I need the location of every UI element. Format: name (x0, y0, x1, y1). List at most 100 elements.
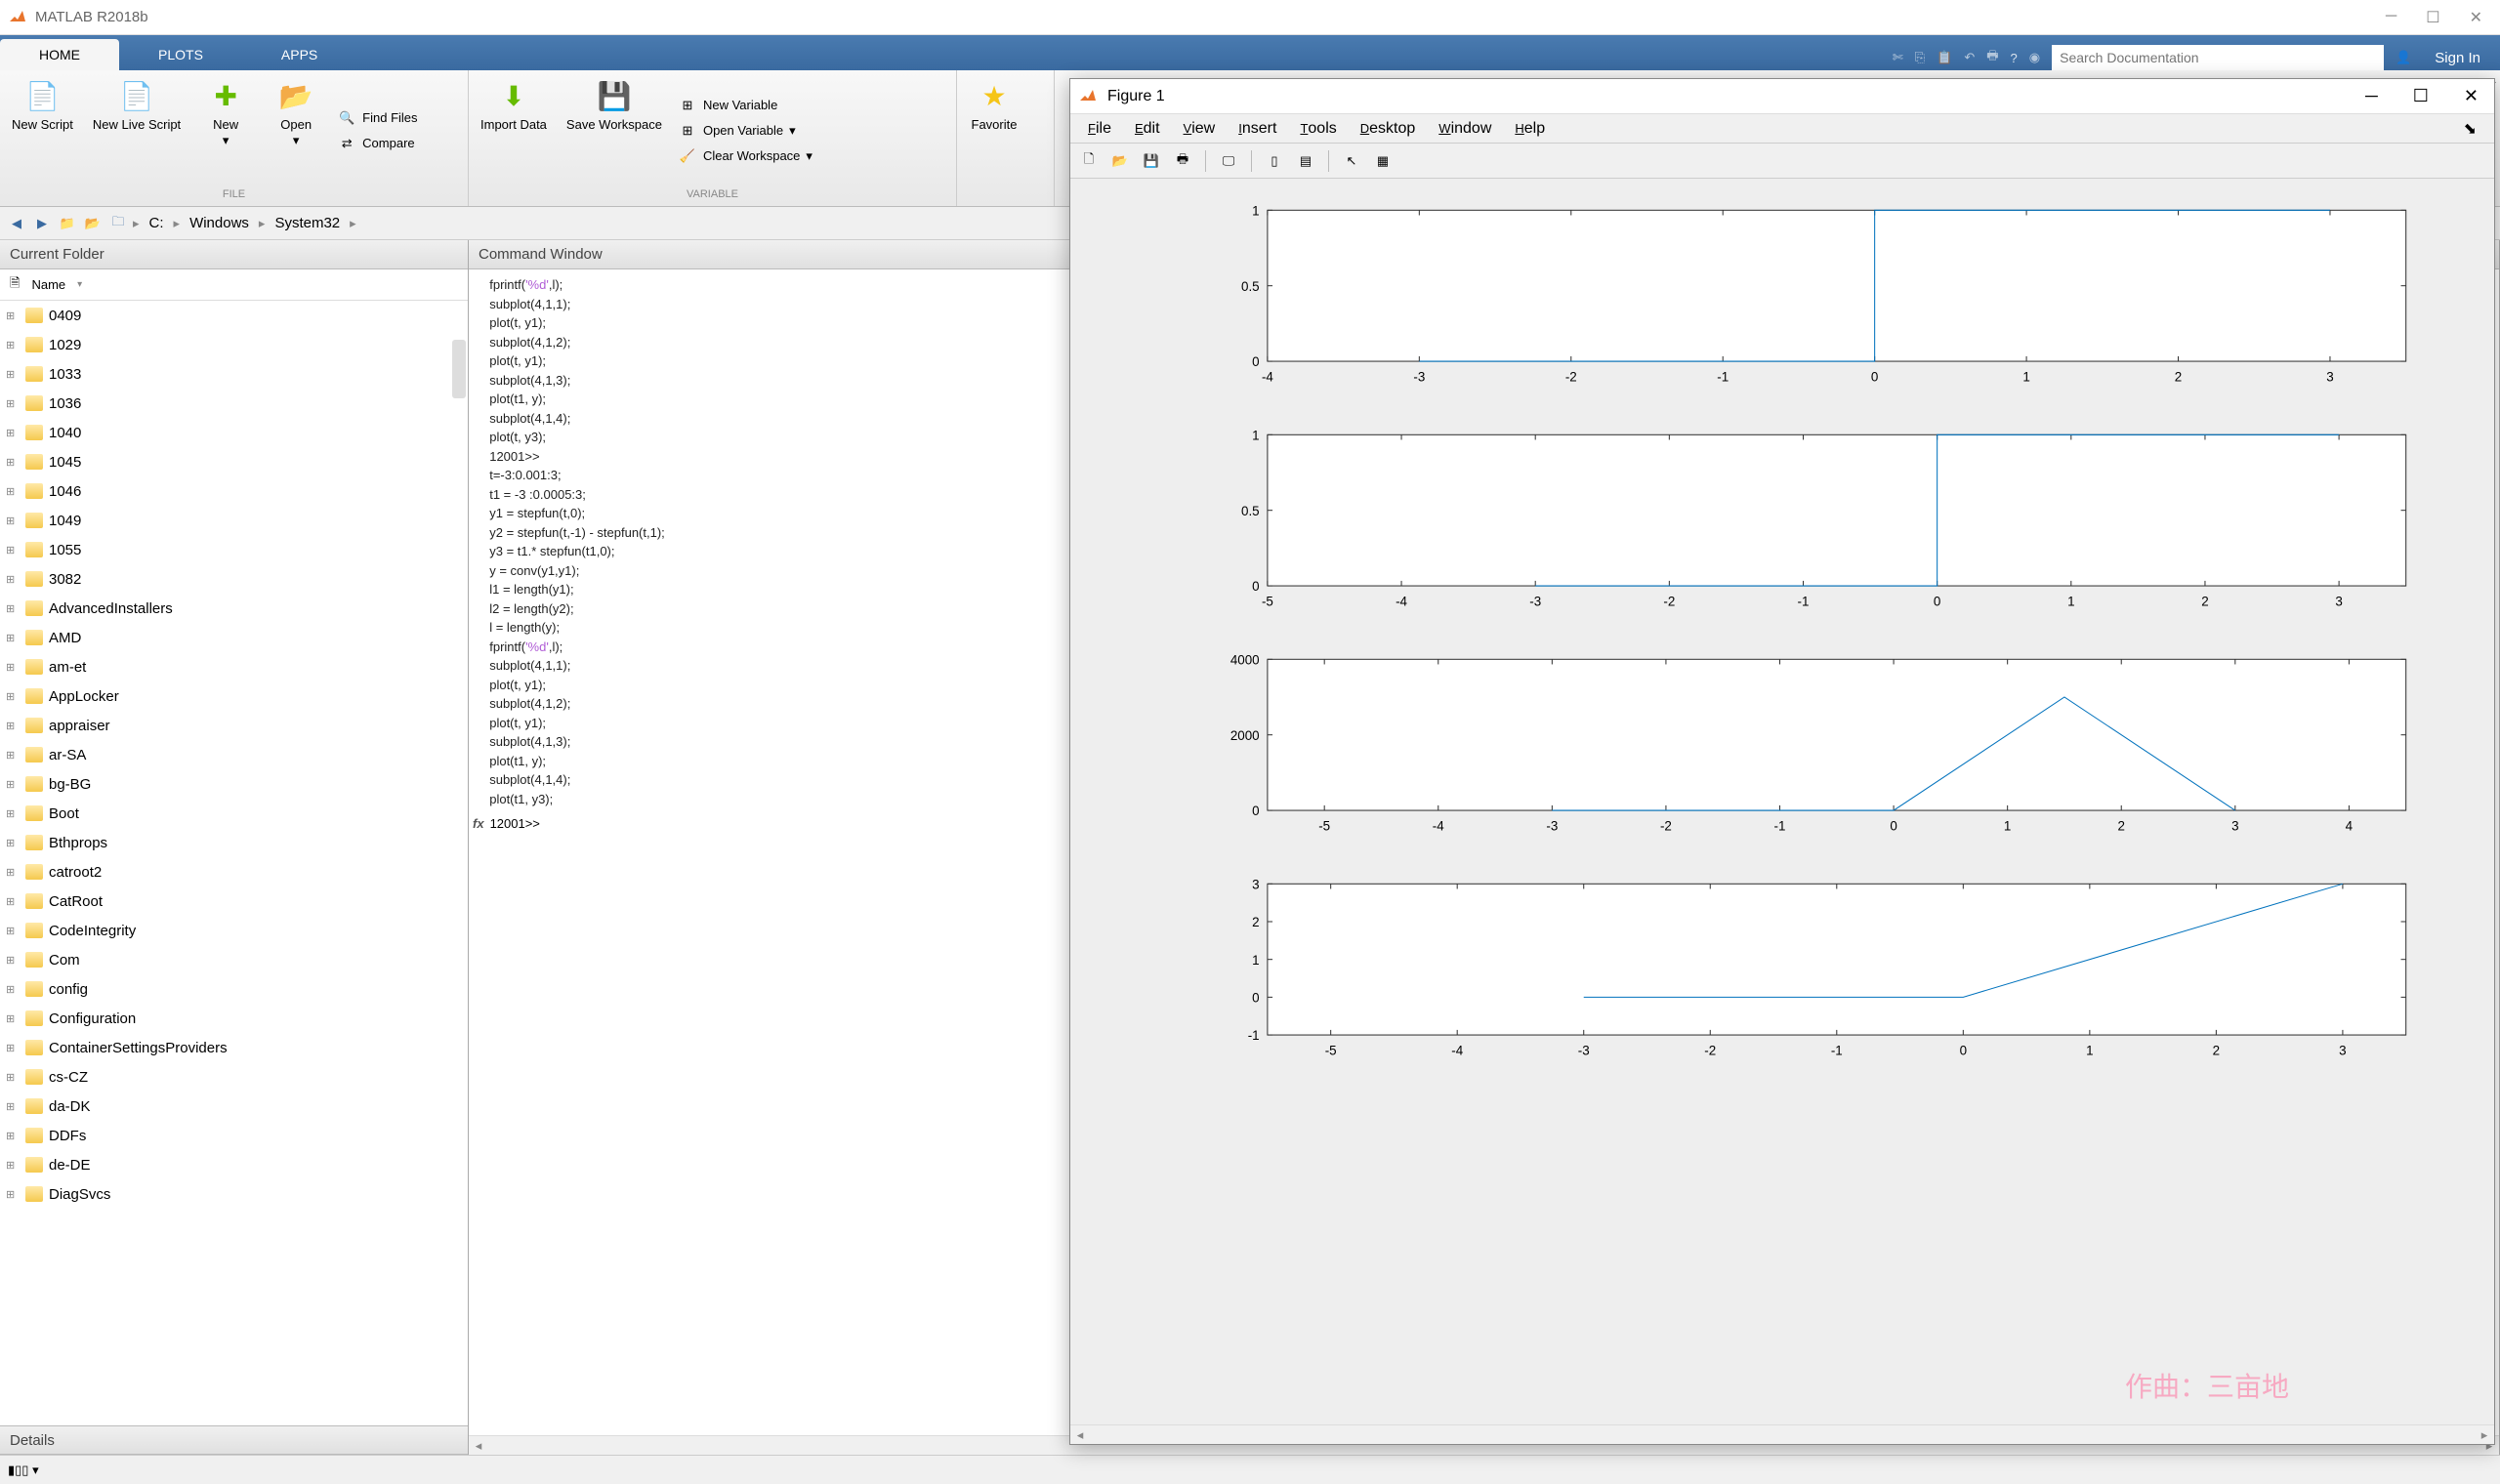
expand-icon[interactable]: ⊞ (6, 602, 20, 615)
folder-item[interactable]: ⊞1046 (0, 476, 468, 506)
copy-icon[interactable]: ⎘ (1915, 50, 1925, 65)
expand-icon[interactable]: ⊞ (6, 895, 20, 908)
expand-icon[interactable]: ⊞ (6, 632, 20, 644)
expand-icon[interactable]: ⊞ (6, 1012, 20, 1025)
expand-icon[interactable]: ⊞ (6, 1100, 20, 1113)
expand-icon[interactable]: ⊞ (6, 1130, 20, 1142)
expand-icon[interactable]: ⊞ (6, 690, 20, 703)
link-icon[interactable]: 🖵 (1216, 148, 1241, 174)
menu-view[interactable]: View (1174, 116, 1226, 142)
folder-item[interactable]: ⊞catroot2 (0, 857, 468, 886)
crumb-system32[interactable]: System32 (269, 215, 346, 231)
menu-file[interactable]: File (1078, 116, 1121, 142)
folder-item[interactable]: ⊞AdvancedInstallers (0, 594, 468, 623)
expand-icon[interactable]: ⊞ (6, 720, 20, 732)
help-icon[interactable]: ? (2011, 51, 2018, 65)
open-fig-icon[interactable]: 📂 (1107, 148, 1133, 174)
expand-icon[interactable]: ⊞ (6, 368, 20, 381)
tab-plots[interactable]: PLOTS (119, 39, 242, 70)
tab-home[interactable]: HOME (0, 39, 119, 70)
expand-icon[interactable]: ⊞ (6, 1042, 20, 1054)
folder-item[interactable]: ⊞CodeIntegrity (0, 916, 468, 945)
forward-icon[interactable]: ▶ (31, 213, 53, 234)
expand-icon[interactable]: ⊞ (6, 339, 20, 351)
menu-help[interactable]: Help (1505, 116, 1555, 142)
expand-icon[interactable]: ⊞ (6, 954, 20, 967)
expand-icon[interactable]: ⊞ (6, 778, 20, 791)
expand-icon[interactable]: ⊞ (6, 1071, 20, 1084)
folder-item[interactable]: ⊞AMD (0, 623, 468, 652)
fig-close-icon[interactable]: ✕ (2464, 86, 2479, 106)
expand-icon[interactable]: ⊞ (6, 309, 20, 322)
expand-icon[interactable]: ⊞ (6, 837, 20, 849)
tab-apps[interactable]: APPS (242, 39, 356, 70)
save-workspace-button[interactable]: 💾Save Workspace (562, 74, 666, 186)
save-fig-icon[interactable]: 💾 (1139, 148, 1164, 174)
crumb-windows[interactable]: Windows (184, 215, 255, 231)
folder-item[interactable]: ⊞cs-CZ (0, 1062, 468, 1092)
expand-icon[interactable]: ⊞ (6, 427, 20, 439)
scroll-right-icon[interactable]: ▸ (2475, 1427, 2494, 1443)
compare-button[interactable]: ⇄Compare (337, 134, 417, 153)
colorbar-icon[interactable]: ▯ (1262, 148, 1287, 174)
menu-tools[interactable]: Tools (1290, 116, 1346, 142)
expand-icon[interactable]: ⊞ (6, 485, 20, 498)
legend-icon[interactable]: ▤ (1293, 148, 1318, 174)
paste-icon[interactable]: 📋 (1937, 50, 1952, 65)
folder-item[interactable]: ⊞bg-BG (0, 769, 468, 799)
minimize-icon[interactable]: ─ (2386, 8, 2396, 27)
expand-icon[interactable]: ⊞ (6, 983, 20, 996)
folder-item[interactable]: ⊞1033 (0, 359, 468, 389)
menu-insert[interactable]: Insert (1229, 116, 1286, 142)
expand-icon[interactable]: ⊞ (6, 1159, 20, 1172)
fig-scrollbar[interactable]: ◂ ▸ (1070, 1424, 2494, 1444)
user-icon[interactable]: 👤 (2396, 50, 2411, 65)
expand-icon[interactable]: ⊞ (6, 515, 20, 527)
menu-more-icon[interactable]: ⬊ (2454, 115, 2486, 143)
favorites-button[interactable]: ★Favorite (965, 74, 1023, 202)
folder-item[interactable]: ⊞Boot (0, 799, 468, 828)
details-header[interactable]: Details (0, 1425, 468, 1455)
undo-icon[interactable]: ↶ (1964, 50, 1975, 65)
folder-item[interactable]: ⊞de-DE (0, 1150, 468, 1179)
folder-item[interactable]: ⊞1036 (0, 389, 468, 418)
folder-item[interactable]: ⊞0409 (0, 301, 468, 330)
menu-desktop[interactable]: Desktop (1351, 116, 1426, 142)
new-button[interactable]: ✚New▾ (196, 74, 255, 186)
expand-icon[interactable]: ⊞ (6, 573, 20, 586)
browse-folder-icon[interactable]: 📂 (82, 213, 104, 234)
maximize-icon[interactable]: ☐ (2426, 8, 2439, 27)
cut-icon[interactable]: ✄ (1893, 50, 1903, 65)
scrollbar-thumb[interactable] (452, 340, 466, 398)
folder-item[interactable]: ⊞Com (0, 945, 468, 974)
signin-link[interactable]: Sign In (2423, 50, 2492, 66)
expand-icon[interactable]: ⊞ (6, 866, 20, 879)
expand-icon[interactable]: ⊞ (6, 1188, 20, 1201)
figure-window[interactable]: Figure 1 ─ ☐ ✕ File Edit View Insert Too… (1069, 78, 2495, 1445)
expand-icon[interactable]: ⊞ (6, 397, 20, 410)
find-files-button[interactable]: 🔍Find Files (337, 108, 417, 128)
close-icon[interactable]: ✕ (2470, 8, 2482, 27)
folder-item[interactable]: ⊞Configuration (0, 1004, 468, 1033)
menu-edit[interactable]: Edit (1125, 116, 1170, 142)
folder-item[interactable]: ⊞config (0, 974, 468, 1004)
menu-window[interactable]: Window (1429, 116, 1501, 142)
up-folder-icon[interactable]: 📁 (57, 213, 78, 234)
open-button[interactable]: 📂Open▾ (267, 74, 325, 186)
folder-item[interactable]: ⊞1029 (0, 330, 468, 359)
addon-icon[interactable]: ◉ (2029, 50, 2040, 65)
expand-icon[interactable]: ⊞ (6, 456, 20, 469)
search-input[interactable] (2052, 45, 2384, 70)
expand-icon[interactable]: ⊞ (6, 749, 20, 762)
print-icon[interactable]: 🖶 (1986, 47, 1998, 68)
expand-icon[interactable]: ⊞ (6, 807, 20, 820)
folder-item[interactable]: ⊞1045 (0, 447, 468, 476)
folder-item[interactable]: ⊞3082 (0, 564, 468, 594)
print-fig-icon[interactable]: 🖶 (1170, 148, 1195, 174)
expand-icon[interactable]: ⊞ (6, 661, 20, 674)
folder-item[interactable]: ⊞appraiser (0, 711, 468, 740)
expand-icon[interactable]: ⊞ (6, 925, 20, 937)
name-column-header[interactable]: Name (31, 277, 65, 292)
folder-item[interactable]: ⊞DDFs (0, 1121, 468, 1150)
folder-item[interactable]: ⊞CatRoot (0, 886, 468, 916)
